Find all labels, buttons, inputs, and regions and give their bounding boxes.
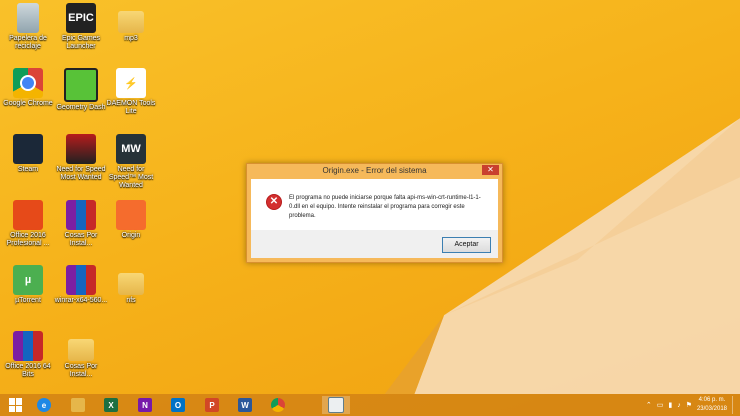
winrar-icon — [13, 331, 43, 361]
nfs-most-wanted-icon — [66, 134, 96, 164]
taskbar-error-window[interactable] — [322, 396, 350, 414]
folder-icon — [118, 11, 144, 33]
internet-explorer-icon: e — [37, 398, 51, 412]
desktop: Papelera de reciclaje EPIC Epic Games La… — [0, 0, 740, 394]
folder-icon — [68, 339, 94, 361]
taskbar-excel[interactable]: X — [97, 396, 125, 414]
chrome-icon — [13, 68, 43, 98]
desktop-icon-office-2016-64[interactable]: Office 2016 64 Bits — [0, 331, 56, 379]
start-button[interactable] — [2, 396, 30, 414]
battery-icon[interactable]: ▮ — [668, 401, 672, 409]
desktop-icon-epic-games[interactable]: EPIC Epic Games Launcher — [53, 3, 109, 51]
onenote-icon: N — [138, 398, 152, 412]
dialog-titlebar[interactable]: Origin.exe - Error del sistema ✕ — [247, 164, 502, 177]
volume-icon[interactable]: ♪ — [677, 402, 681, 409]
windows-logo-icon — [9, 398, 23, 412]
network-icon[interactable]: ▭ — [657, 401, 664, 409]
taskbar-file-explorer[interactable] — [64, 396, 92, 414]
desktop-icon-utorrent[interactable]: µ µTorrent — [0, 265, 56, 305]
origin-icon — [116, 200, 146, 230]
desktop-icon-daemon-tools[interactable]: ⚡ DAEMON Tools Lite — [103, 68, 159, 116]
desktop-icon-cosas-por-instalar[interactable]: Cosas Por Instal... — [53, 200, 109, 248]
word-icon: W — [238, 398, 252, 412]
desktop-icon-steam[interactable]: Steam — [0, 134, 56, 174]
nfs-mw-icon: MW — [116, 134, 146, 164]
office-icon — [13, 200, 43, 230]
file-explorer-icon — [71, 398, 85, 412]
taskbar-onenote[interactable]: N — [131, 396, 159, 414]
taskbar-chrome[interactable] — [264, 396, 292, 414]
powerpoint-icon: P — [205, 398, 219, 412]
recycle-bin-icon — [17, 3, 39, 33]
epic-games-icon: EPIC — [66, 3, 96, 33]
system-tray: ⌃ ▭ ▮ ♪ ⚑ 4:06 p. m. 23/03/2018 — [646, 395, 736, 415]
desktop-icon-nfs-folder[interactable]: nfs — [103, 265, 159, 305]
taskbar-powerpoint[interactable]: P — [198, 396, 226, 414]
desktop-icon-nfs-most-wanted[interactable]: Need for Speed Most Wanted — [53, 134, 109, 182]
steam-icon — [13, 134, 43, 164]
desktop-icon-chrome[interactable]: Google Chrome — [0, 68, 56, 108]
flag-icon[interactable]: ⚑ — [686, 401, 692, 409]
desktop-icon-recycle-bin[interactable]: Papelera de reciclaje — [0, 3, 56, 51]
taskbar: e X N O P W ⌃ ▭ ▮ ♪ ⚑ 4:06 p. m. 23/03/2… — [0, 394, 740, 416]
outlook-icon: O — [171, 398, 185, 412]
taskbar-word[interactable]: W — [231, 396, 259, 414]
chrome-icon — [271, 398, 285, 412]
error-icon: ✕ — [267, 195, 281, 209]
clock-date: 23/03/2018 — [696, 406, 727, 412]
error-message: El programa no puede iniciarse porque fa… — [289, 195, 481, 219]
desktop-icon-origin[interactable]: Origin — [103, 200, 159, 240]
taskbar-internet-explorer[interactable]: e — [30, 396, 58, 414]
clock-time: 4:06 p. m. — [698, 397, 726, 403]
desktop-icon-geometry-dash[interactable]: Geometry Dash — [53, 68, 109, 112]
dialog-title: Origin.exe - Error del sistema — [322, 166, 427, 175]
desktop-icon-office-2016[interactable]: Office 2016 Profesional ... — [0, 200, 56, 248]
chevron-up-icon[interactable]: ⌃ — [646, 401, 652, 409]
utorrent-icon: µ — [13, 265, 43, 295]
dialog-body: ✕ El programa no puede iniciarse porque … — [251, 179, 498, 230]
accept-button[interactable]: Aceptar — [442, 237, 491, 253]
excel-icon: X — [104, 398, 118, 412]
folder-icon — [118, 273, 144, 295]
dialog-footer: Aceptar — [251, 230, 498, 258]
show-desktop-button[interactable] — [732, 396, 736, 414]
desktop-icon-nfs-mw[interactable]: MW Need for Speed™ Most Wanted — [103, 134, 159, 190]
winrar-icon — [66, 265, 96, 295]
error-dialog: Origin.exe - Error del sistema ✕ ✕ El pr… — [246, 163, 503, 263]
desktop-icon-winrar-installer[interactable]: winrar-x64-560... — [53, 265, 109, 305]
geometry-dash-icon — [64, 68, 98, 102]
winrar-icon — [66, 200, 96, 230]
error-window-icon — [328, 397, 344, 413]
desktop-icon-cosas-por-instalar-folder[interactable]: Cosas Por Instal... — [53, 331, 109, 379]
clock[interactable]: 4:06 p. m. 23/03/2018 — [697, 396, 727, 414]
desktop-icon-mp3[interactable]: mp3 — [103, 3, 159, 43]
daemon-tools-icon: ⚡ — [116, 68, 146, 98]
taskbar-outlook[interactable]: O — [164, 396, 192, 414]
close-button[interactable]: ✕ — [482, 165, 499, 175]
